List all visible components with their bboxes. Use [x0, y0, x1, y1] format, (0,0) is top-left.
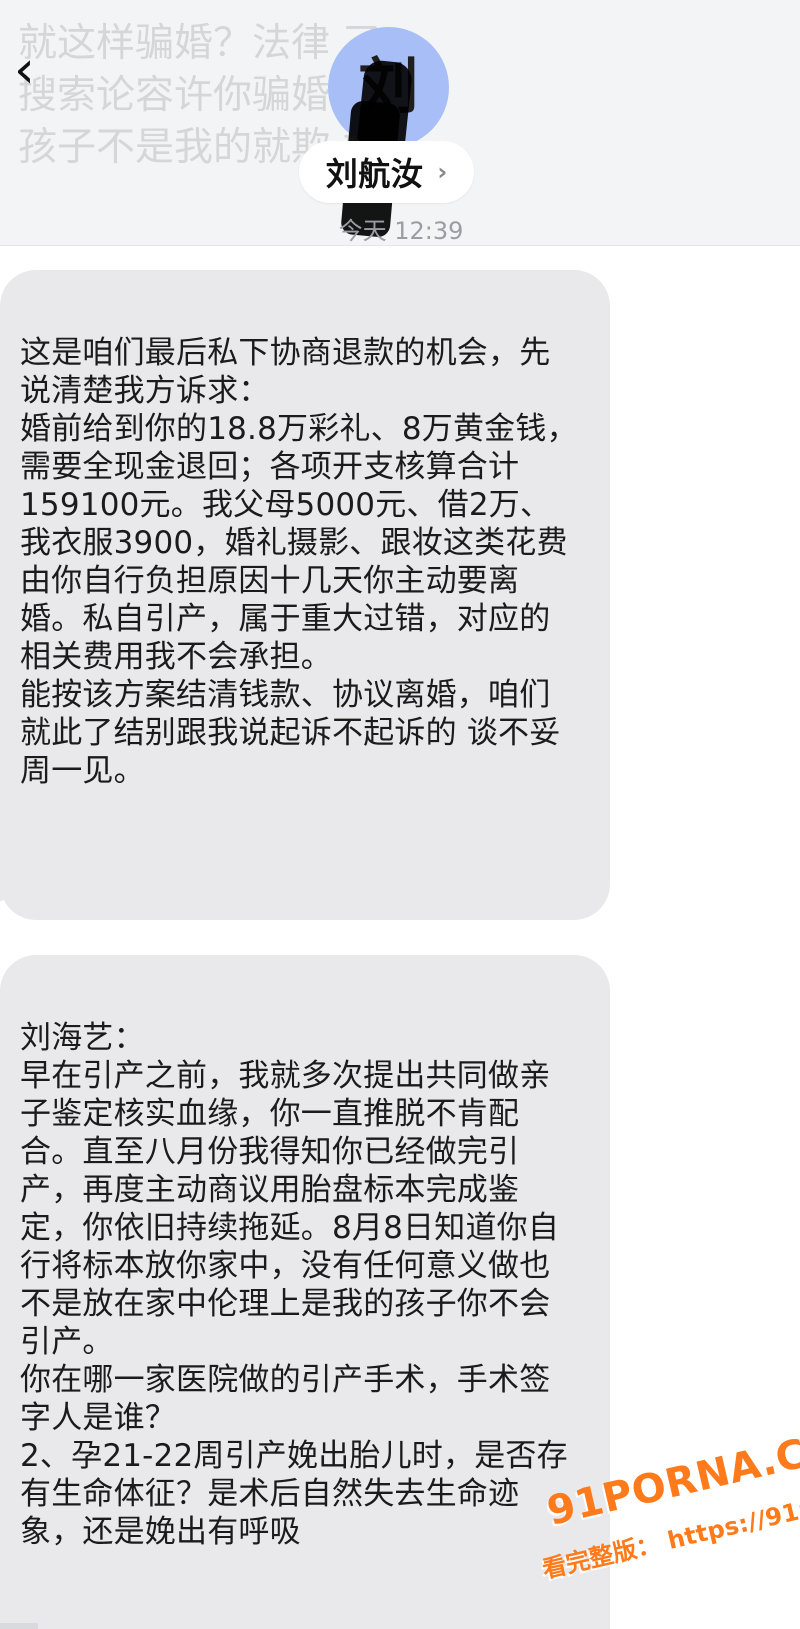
chevron-right-icon: ›: [437, 158, 448, 186]
contact-name: 刘航汝: [325, 155, 424, 193]
message-text: 刘海艺： 早在引产之前，我就多次提出共同做亲子鉴定核实血缘，你一直推脱不肯配合。…: [20, 1020, 568, 1550]
back-button[interactable]: ‹: [14, 42, 58, 100]
chat-header: 就这样骗婚？法律 了 搜索论容许你骗婚 明 孩子不是我的就欺 婚 ‹ 刘 刘航汝…: [0, 0, 800, 246]
message-timestamp: 今天 12:39: [338, 217, 464, 245]
received-message-bubble[interactable]: 这是咱们最后私下协商退款的机会，先说清楚我方诉求： 婚前给到你的18.8万彩礼、…: [0, 270, 610, 920]
contact-name-button[interactable]: 刘航汝 ›: [299, 141, 474, 203]
watermark-url: https://91porna80.com: [664, 1457, 800, 1555]
chevron-left-icon: ‹: [14, 40, 35, 100]
received-message-bubble[interactable]: 刘海艺： 早在引产之前，我就多次提出共同做亲子鉴定核实血缘，你一直推脱不肯配合。…: [0, 955, 610, 1629]
message-text: 这是咱们最后私下协商退款的机会，先说清楚我方诉求： 婚前给到你的18.8万彩礼、…: [20, 335, 578, 789]
bottom-left-divider: [0, 1623, 38, 1629]
